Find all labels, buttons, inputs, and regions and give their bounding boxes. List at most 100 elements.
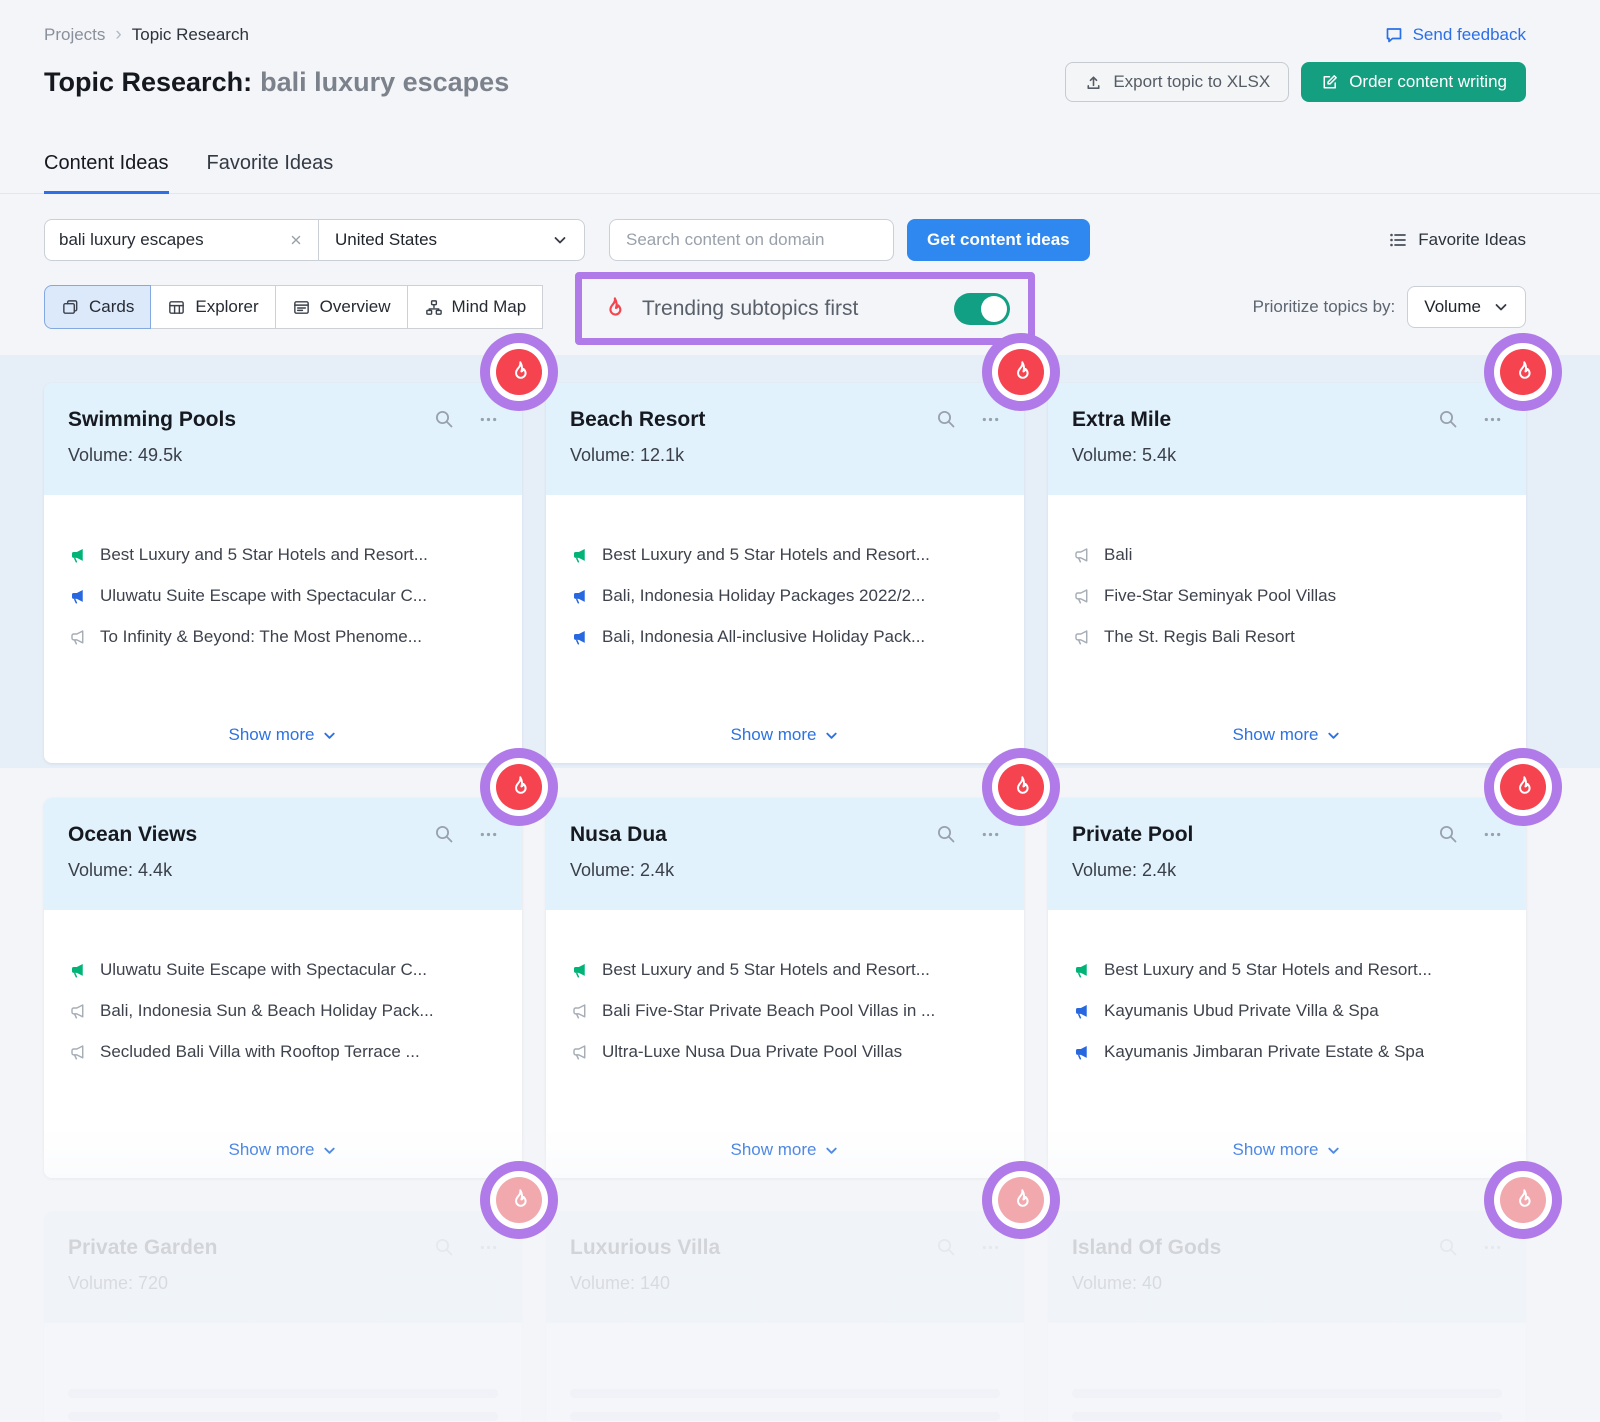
headline-item[interactable]: To Infinity & Beyond: The Most Phenome..… (68, 627, 498, 647)
chevron-down-icon (1326, 1143, 1341, 1158)
more-options-icon[interactable] (981, 1238, 1000, 1257)
order-content-writing-button[interactable]: Order content writing (1301, 62, 1526, 102)
export-xlsx-button[interactable]: Export topic to XLSX (1065, 62, 1289, 102)
country-select[interactable]: United States (319, 220, 584, 260)
keyword-country-control: United States (44, 219, 585, 261)
headline-item[interactable]: Best Luxury and 5 Star Hotels and Resort… (570, 960, 1000, 980)
search-icon[interactable] (1437, 1236, 1459, 1258)
view-cards-button[interactable]: Cards (44, 285, 151, 329)
card-body: Show more (44, 1323, 522, 1422)
tab-favorite-ideas[interactable]: Favorite Ideas (207, 152, 334, 194)
card-volume: Volume: 49.5k (68, 445, 498, 466)
chevron-down-icon (552, 232, 568, 248)
headline-text: Uluwatu Suite Escape with Spectacular C.… (100, 960, 427, 980)
show-more-link[interactable]: Show more (570, 725, 1000, 745)
card-title: Ocean Views (68, 823, 197, 847)
flame-badge-ring (992, 758, 1050, 816)
search-icon[interactable] (1437, 823, 1459, 845)
view-overview-button[interactable]: Overview (275, 285, 408, 329)
more-options-icon[interactable] (1483, 410, 1502, 429)
get-content-ideas-button[interactable]: Get content ideas (907, 219, 1090, 261)
search-icon[interactable] (433, 823, 455, 845)
card-actions (1437, 1236, 1502, 1258)
headline-item[interactable]: Uluwatu Suite Escape with Spectacular C.… (68, 586, 498, 606)
view-mind-map-button[interactable]: Mind Map (407, 285, 544, 329)
headline-item[interactable]: Bali, Indonesia Holiday Packages 2022/2.… (570, 586, 1000, 606)
prioritize-select[interactable]: Volume (1407, 286, 1526, 328)
breadcrumb-current: Topic Research (132, 25, 249, 45)
headline-text: The St. Regis Bali Resort (1104, 627, 1295, 647)
card-body: Uluwatu Suite Escape with Spectacular C.… (44, 910, 522, 1178)
more-options-icon[interactable] (981, 410, 1000, 429)
headline-list (1072, 1373, 1502, 1422)
list-icon (1388, 230, 1408, 250)
search-icon[interactable] (433, 408, 455, 430)
card-title: Luxurious Villa (570, 1236, 720, 1260)
view-explorer-button[interactable]: Explorer (150, 285, 275, 329)
card-volume: Volume: 2.4k (1072, 860, 1502, 881)
megaphone-icon (68, 587, 87, 606)
card-volume: Volume: 40 (1072, 1273, 1502, 1294)
topic-card: Private Garden Volume: 720 Show more (44, 1211, 522, 1422)
headline-item[interactable]: Kayumanis Jimbaran Private Estate & Spa (1072, 1042, 1502, 1062)
keyword-input[interactable] (59, 230, 280, 250)
search-icon[interactable] (433, 1236, 455, 1258)
headline-item[interactable]: Best Luxury and 5 Star Hotels and Resort… (68, 545, 498, 565)
show-more-link[interactable]: Show more (1072, 725, 1502, 745)
search-icon[interactable] (935, 1236, 957, 1258)
headline-item[interactable]: Bali Five-Star Private Beach Pool Villas… (570, 1001, 1000, 1021)
show-more-link[interactable]: Show more (68, 725, 498, 745)
favorite-ideas-link[interactable]: Favorite Ideas (1388, 230, 1526, 250)
clear-keyword-icon[interactable] (288, 232, 304, 248)
headline-item[interactable]: Five-Star Seminyak Pool Villas (1072, 586, 1502, 606)
headline-list (570, 1373, 1000, 1422)
headline-item[interactable]: The St. Regis Bali Resort (1072, 627, 1502, 647)
card-actions (1437, 823, 1502, 845)
headline-text: Bali, Indonesia Holiday Packages 2022/2.… (602, 586, 925, 606)
headline-text: Best Luxury and 5 Star Hotels and Resort… (100, 545, 428, 565)
headline-list: Bali Five-Star Seminyak Pool Villas The … (1072, 545, 1502, 647)
more-options-icon[interactable] (479, 410, 498, 429)
headline-item[interactable]: Bali, Indonesia Sun & Beach Holiday Pack… (68, 1001, 498, 1021)
card-body: Bali Five-Star Seminyak Pool Villas The … (1048, 495, 1526, 763)
more-options-icon[interactable] (479, 1238, 498, 1257)
card-volume: Volume: 2.4k (570, 860, 1000, 881)
card-header: Private Garden Volume: 720 (44, 1211, 522, 1323)
tab-content-ideas[interactable]: Content Ideas (44, 152, 169, 194)
more-options-icon[interactable] (479, 825, 498, 844)
headline-item[interactable]: Kayumanis Ubud Private Villa & Spa (1072, 1001, 1502, 1021)
breadcrumb-projects-link[interactable]: Projects (44, 25, 105, 45)
headline-item[interactable]: Uluwatu Suite Escape with Spectacular C.… (68, 960, 498, 980)
headline-item[interactable]: Bali (1072, 545, 1502, 565)
topic-card: Island Of Gods Volume: 40 Show more (1048, 1211, 1526, 1422)
send-feedback-link[interactable]: Send feedback (1384, 25, 1526, 45)
trending-toggle-label: Trending subtopics first (642, 297, 858, 321)
more-options-icon[interactable] (1483, 1238, 1502, 1257)
breadcrumb-separator-icon: › (115, 24, 121, 46)
page-title: Topic Research:bali luxury escapes (44, 67, 509, 98)
card-actions (935, 408, 1000, 430)
search-icon[interactable] (1437, 408, 1459, 430)
megaphone-icon (68, 628, 87, 647)
show-more-link[interactable]: Show more (570, 1140, 1000, 1160)
search-icon[interactable] (935, 823, 957, 845)
show-more-link[interactable]: Show more (68, 1140, 498, 1160)
more-options-icon[interactable] (1483, 825, 1502, 844)
show-more-link[interactable]: Show more (1072, 1140, 1502, 1160)
card-inner: Private Garden Volume: 720 Show more (44, 1211, 522, 1422)
headline-item[interactable]: Best Luxury and 5 Star Hotels and Resort… (570, 545, 1000, 565)
more-options-icon[interactable] (981, 825, 1000, 844)
domain-search-input[interactable] (609, 219, 894, 261)
trending-flame-badge (480, 333, 558, 411)
headline-item[interactable]: Secluded Bali Villa with Rooftop Terrace… (68, 1042, 498, 1062)
headline-item[interactable]: Ultra-Luxe Nusa Dua Private Pool Villas (570, 1042, 1000, 1062)
flame-icon (600, 295, 627, 322)
trending-toggle-switch[interactable] (954, 293, 1010, 325)
headline-item[interactable]: Best Luxury and 5 Star Hotels and Resort… (1072, 960, 1502, 980)
flame-badge-circle (496, 764, 542, 810)
card-header: Beach Resort Volume: 12.1k (546, 383, 1024, 495)
flame-icon (506, 774, 532, 800)
search-icon[interactable] (935, 408, 957, 430)
headline-item[interactable]: Bali, Indonesia All-inclusive Holiday Pa… (570, 627, 1000, 647)
card-actions (1437, 408, 1502, 430)
